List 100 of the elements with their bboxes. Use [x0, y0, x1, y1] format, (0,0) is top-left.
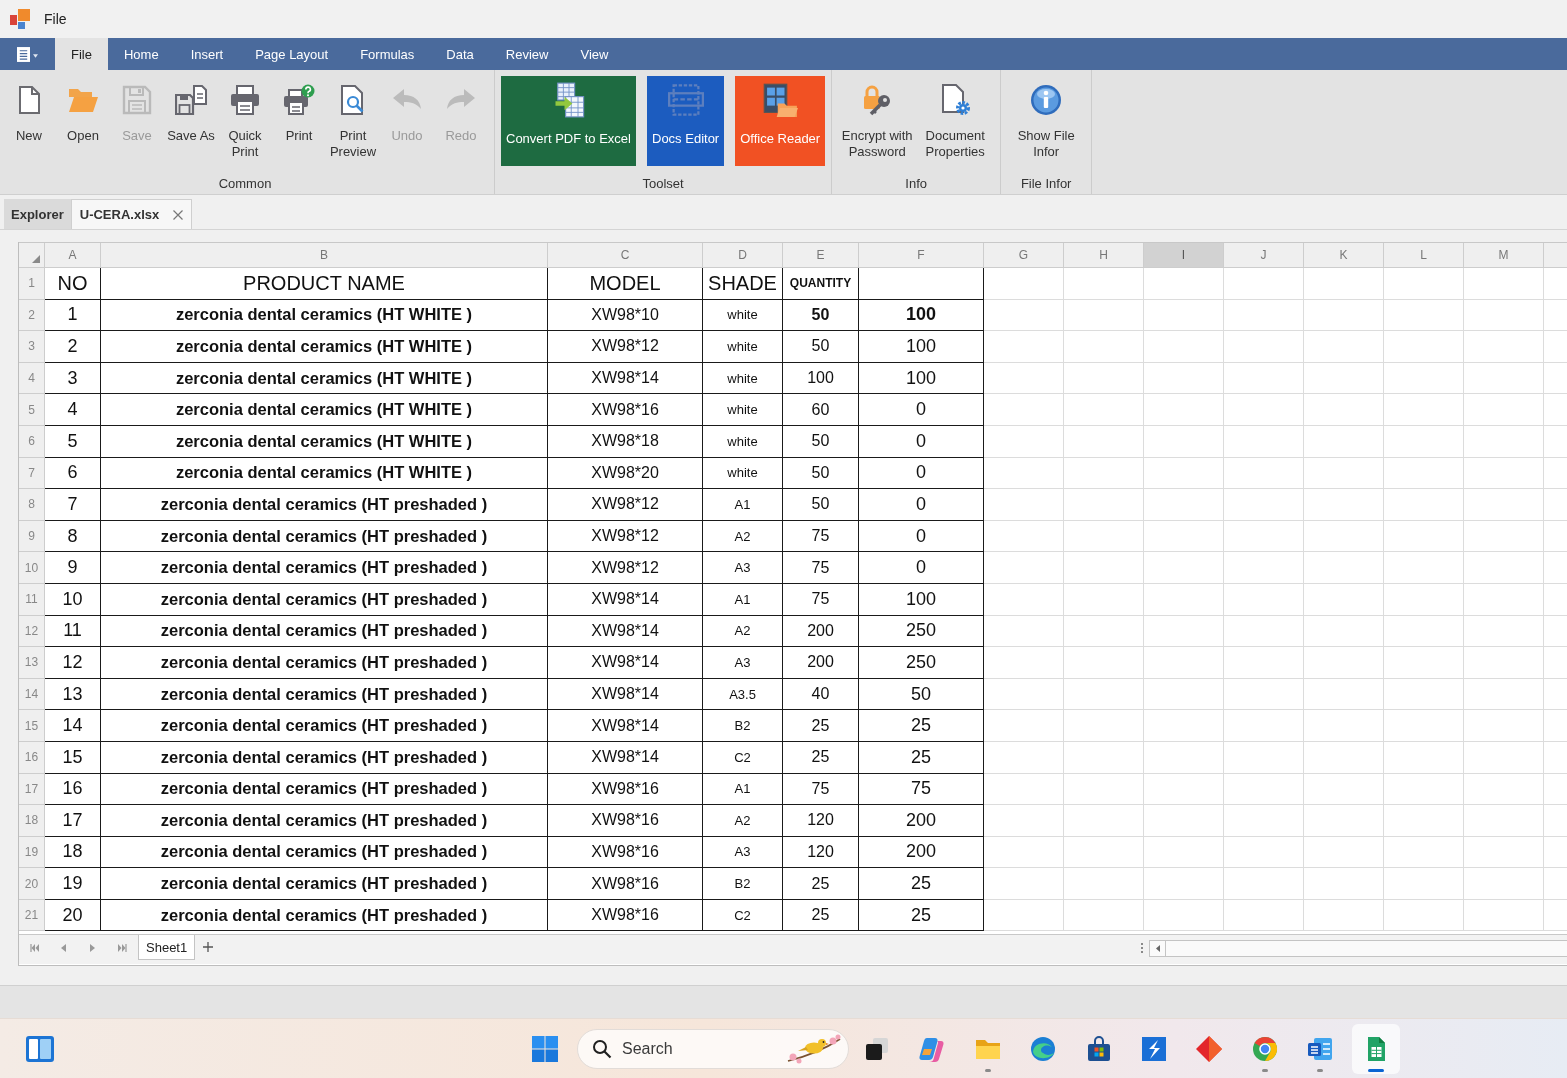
row-number[interactable]: 1 [19, 268, 45, 300]
horizontal-scrollbar[interactable] [1149, 939, 1567, 957]
plus-icon [203, 942, 214, 952]
menu-tab[interactable]: Formulas [344, 38, 431, 70]
search-bar[interactable]: Search [577, 1028, 849, 1069]
table-cell: A3 [703, 552, 783, 584]
search-input[interactable]: Search [622, 1039, 772, 1058]
column-header[interactable]: F [859, 243, 984, 268]
table-cell: NO [45, 268, 101, 300]
row-number[interactable]: 19 [19, 836, 45, 869]
row-number[interactable]: 18 [19, 805, 45, 837]
row-number[interactable]: 17 [19, 773, 45, 806]
table-cell: 19 [45, 868, 101, 900]
last-arrow-icon [116, 944, 127, 952]
column-header[interactable]: D [703, 243, 783, 268]
table-cell: zerconia dental ceramics (HT preshaded ) [101, 615, 548, 648]
sheet-tab[interactable]: Sheet1 [138, 935, 196, 960]
table-cell: 0 [859, 520, 984, 553]
column-header[interactable]: B [101, 243, 548, 268]
table-cell: 100 [859, 331, 984, 363]
table-cell: XW98*14 [548, 710, 703, 742]
table-cell: 8 [45, 520, 101, 553]
ribbon-button[interactable]: New [2, 76, 56, 144]
menu-tab[interactable]: File [55, 38, 108, 70]
document-tab[interactable]: U-CERA.xlsx [70, 199, 193, 229]
table-cell: SHADE [703, 268, 783, 300]
ribbon-button[interactable]: Print Preview [326, 76, 380, 160]
table-cell: 6 [45, 457, 101, 490]
table-cell: 25 [859, 741, 984, 774]
column-header[interactable]: C [548, 243, 703, 268]
menu-tab[interactable]: Review [489, 38, 565, 70]
row-number[interactable]: 14 [19, 678, 45, 711]
column-header[interactable]: M [1464, 243, 1544, 268]
table-cell: XW98*14 [548, 647, 703, 679]
column-header[interactable]: J [1224, 243, 1304, 268]
row-number[interactable]: 15 [19, 710, 45, 742]
table-cell: 75 [859, 773, 984, 806]
group-label: Info [905, 176, 927, 192]
table-cell: zerconia dental ceramics (HT preshaded ) [101, 520, 548, 553]
table-cell: white [703, 362, 783, 395]
ribbon-button[interactable]: Print [272, 76, 326, 144]
column-header[interactable]: K [1304, 243, 1384, 268]
table-cell: 1 [45, 299, 101, 332]
menu-tab[interactable]: Home [107, 38, 175, 70]
document-gear-icon [939, 84, 972, 116]
table-cell: 18 [45, 836, 101, 869]
table-cell: XW98*20 [548, 457, 703, 490]
row-number[interactable]: 13 [19, 647, 45, 679]
ribbon-button[interactable]: Open [56, 76, 110, 144]
ribbon-button[interactable]: Show File Infor [1007, 76, 1086, 160]
table-cell: zerconia dental ceramics (HT preshaded ) [101, 710, 548, 742]
row-number[interactable]: 7 [19, 457, 45, 490]
row-number[interactable]: 11 [19, 583, 45, 616]
table-cell: 50 [859, 678, 984, 711]
table-cell: XW98*18 [548, 425, 703, 458]
menu-tab[interactable]: Insert [174, 38, 240, 70]
lightning-tile-icon [1139, 1034, 1168, 1063]
table-cell: zerconia dental ceramics (HT WHITE ) [101, 362, 548, 395]
column-header[interactable]: G [984, 243, 1064, 268]
table-cell: 16 [45, 773, 101, 806]
close-icon[interactable] [173, 209, 184, 220]
menu-tab[interactable]: Page Layout [239, 38, 345, 70]
row-number[interactable]: 4 [19, 362, 45, 395]
row-number[interactable]: 2 [19, 299, 45, 332]
table-cell: white [703, 331, 783, 363]
table-cell: A2 [703, 520, 783, 553]
document-tab[interactable]: Explorer [4, 199, 71, 229]
row-number[interactable]: 5 [19, 394, 45, 426]
row-number[interactable]: 9 [19, 520, 45, 553]
table-cell: 200 [783, 615, 859, 648]
row-number[interactable]: 10 [19, 552, 45, 584]
table-cell: 10 [45, 583, 101, 616]
menu-tab[interactable]: Data [430, 38, 490, 70]
table-cell: A1 [703, 773, 783, 806]
column-header[interactable]: A [45, 243, 101, 268]
select-all-icon[interactable] [32, 255, 40, 263]
row-number[interactable]: 20 [19, 868, 45, 900]
ribbon-button[interactable]: Quick Print [218, 76, 272, 160]
row-number[interactable]: 21 [19, 899, 45, 932]
row-number[interactable]: 12 [19, 615, 45, 648]
row-number[interactable]: 8 [19, 489, 45, 521]
tile-button[interactable]: Office Reader [735, 76, 826, 166]
ribbon-button[interactable]: Document Properties [916, 76, 995, 160]
row-number[interactable]: 16 [19, 741, 45, 774]
table-cell: A2 [703, 805, 783, 837]
table-cell: 40 [783, 678, 859, 711]
column-header[interactable]: L [1384, 243, 1464, 268]
column-header[interactable]: E [783, 243, 859, 268]
tile-button[interactable]: Docs Editor [647, 76, 725, 166]
column-header[interactable]: H [1064, 243, 1144, 268]
row-number[interactable]: 3 [19, 331, 45, 363]
column-header[interactable]: I [1144, 243, 1224, 268]
tile-button[interactable]: Convert PDF to Excel [501, 76, 636, 166]
ribbon-button[interactable]: Save As [164, 76, 218, 144]
table-cell: 100 [859, 362, 984, 395]
menu-tab[interactable]: View [564, 38, 625, 70]
row-number[interactable]: 6 [19, 425, 45, 458]
ribbon-button[interactable]: Encrypt with Password [838, 76, 917, 160]
group-label: Common [218, 176, 272, 192]
table-cell: 50 [783, 299, 859, 332]
